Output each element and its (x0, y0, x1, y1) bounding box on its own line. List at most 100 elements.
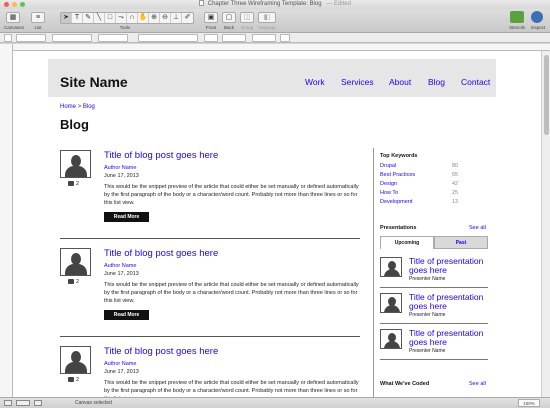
canvas-size-icon[interactable] (16, 400, 30, 406)
zoom-out-icon[interactable]: ⊖ (160, 13, 171, 23)
post-date: June 17, 2013 (104, 369, 139, 375)
vertical-scrollbar[interactable] (541, 51, 550, 397)
author-avatar (60, 150, 91, 178)
tab-past[interactable]: Past (434, 236, 488, 249)
canvases-label: Canvases (3, 25, 24, 30)
post-excerpt: This would be the snippet preview of the… (104, 282, 359, 304)
read-more-button[interactable]: Read More (104, 212, 149, 222)
shadow-field[interactable] (222, 34, 246, 42)
list-label: List (34, 25, 42, 30)
keyword-item: Design 42 (380, 181, 460, 187)
presentation-divider (380, 287, 488, 288)
font-field[interactable] (16, 34, 46, 42)
lock-field[interactable] (280, 34, 290, 42)
add-layer-icon[interactable] (34, 400, 42, 406)
keyword-name[interactable]: Drupal (380, 163, 396, 169)
inspect-label: Inspect (530, 25, 546, 30)
zoom-icon[interactable]: ⊕ (149, 13, 160, 23)
post-divider (60, 238, 360, 239)
presentations-heading: Presentations (380, 225, 417, 231)
canvases-button[interactable]: ▦ (6, 12, 20, 23)
post-author[interactable]: Author Name (104, 361, 136, 367)
front-button[interactable]: ▣ (204, 12, 218, 23)
site-header: Site Name Work Services About Blog Conta… (48, 59, 496, 97)
presentation-title[interactable]: Title of presentation goes here (409, 293, 489, 311)
minimize-window-button[interactable] (12, 2, 17, 7)
post-title[interactable]: Title of blog post goes here (104, 346, 218, 357)
stroke-field[interactable] (98, 34, 128, 42)
back-button[interactable]: ▢ (222, 12, 236, 23)
read-more-button[interactable]: Read More (104, 310, 149, 320)
rubber-stamp-icon[interactable]: ⊥ (171, 13, 182, 23)
group-label: Group (240, 25, 254, 30)
nav-blog[interactable]: Blog (428, 77, 445, 87)
post-date: June 17, 2013 (104, 173, 139, 179)
nav-contact[interactable]: Contact (461, 77, 490, 87)
canvas[interactable]: Site Name Work Services About Blog Conta… (13, 51, 541, 397)
layers-icon[interactable] (4, 400, 12, 406)
keyword-name[interactable]: Design (380, 181, 397, 187)
comment-count-value: 2 (76, 279, 80, 285)
nav-services[interactable]: Services (341, 77, 374, 87)
presentation-title[interactable]: Title of presentation goes here (409, 257, 489, 275)
arrow-icon[interactable]: ➤ (61, 13, 72, 23)
post-title[interactable]: Title of blog post goes here (104, 248, 218, 259)
nav-work[interactable]: Work (305, 77, 325, 87)
nav-about[interactable]: About (389, 77, 411, 87)
breadcrumb-current[interactable]: Blog (83, 104, 95, 110)
comment-count[interactable]: 2 (68, 279, 79, 285)
close-window-button[interactable] (4, 2, 9, 7)
status-bar: Canvas selected 100% (0, 397, 550, 408)
keyword-item: Development 13 (380, 199, 460, 205)
line-style-field[interactable] (138, 34, 198, 42)
fill-color-well[interactable] (4, 34, 12, 42)
text-align-field[interactable] (204, 34, 218, 42)
stencils-icon[interactable] (510, 11, 524, 23)
post-title[interactable]: Title of blog post goes here (104, 150, 218, 161)
tab-upcoming[interactable]: Upcoming (380, 236, 434, 249)
inspect-icon[interactable] (531, 11, 543, 23)
keyword-name[interactable]: Development (380, 199, 412, 205)
magnet-icon[interactable]: ∩ (127, 13, 138, 23)
list-button[interactable]: ≡ (31, 12, 45, 23)
presentations-see-all-link[interactable]: See all (469, 225, 486, 231)
presentation-title[interactable]: Title of presentation goes here (409, 329, 489, 347)
group-button[interactable]: ◫ (240, 12, 254, 23)
presentation-divider (380, 323, 488, 324)
corner-field[interactable] (252, 34, 276, 42)
comment-icon (68, 181, 74, 186)
zoom-select[interactable]: 100% (518, 399, 540, 407)
tools-label: Tools (119, 25, 131, 30)
comment-count[interactable]: 2 (68, 377, 79, 383)
coded-see-all-link[interactable]: See all (469, 381, 486, 387)
stencils-label: Stencils (509, 25, 525, 30)
keyword-name[interactable]: How To (380, 190, 398, 196)
post-author[interactable]: Author Name (104, 165, 136, 171)
post-author[interactable]: Author Name (104, 263, 136, 269)
keyword-count: 80 (452, 163, 459, 169)
what-weve-coded-heading: What We've Coded (380, 381, 430, 387)
shape-icon[interactable]: □ (105, 13, 116, 23)
breadcrumb-home[interactable]: Home (60, 104, 76, 110)
connect-icon[interactable]: ⤳ (116, 13, 127, 23)
style-brush-icon[interactable]: ✐ (182, 13, 193, 23)
pen-icon[interactable]: ✎ (83, 13, 94, 23)
presentation-tabs: Upcoming Past (380, 236, 488, 249)
line-icon[interactable]: ╲ (94, 13, 105, 23)
site-name: Site Name (60, 74, 128, 90)
ungroup-button[interactable]: ◧ (258, 12, 276, 23)
text-icon[interactable]: T (72, 13, 83, 23)
font-size-field[interactable] (52, 34, 92, 42)
author-avatar (60, 346, 91, 374)
scrollbar-thumb[interactable] (544, 55, 549, 135)
app-window: Chapter Three Wireframing Template: Blog… (0, 0, 550, 408)
keyword-item: Best Practices 65 (380, 172, 460, 178)
comment-count[interactable]: 2 (68, 181, 79, 187)
hand-icon[interactable]: ✋ (138, 13, 149, 23)
keyword-item: Drupal 80 (380, 163, 460, 169)
presenter-name: Presenter Name (409, 348, 446, 354)
horizontal-ruler (13, 44, 550, 51)
zoom-window-button[interactable] (20, 2, 25, 7)
presentation-divider (380, 359, 488, 360)
keyword-name[interactable]: Best Practices (380, 172, 415, 178)
